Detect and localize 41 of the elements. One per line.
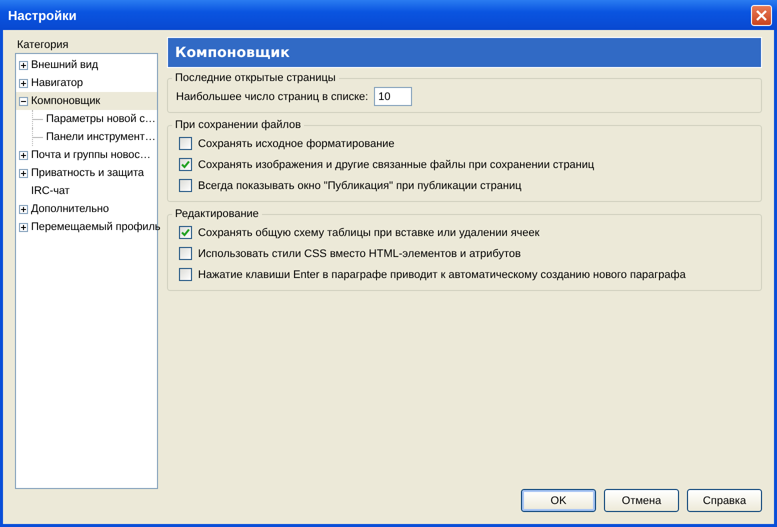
checkbox[interactable] <box>179 137 192 150</box>
tree-item[interactable]: Внешний вид <box>16 56 157 74</box>
group-title: Редактирование <box>174 208 260 220</box>
expander-icon[interactable] <box>19 96 28 106</box>
checkbox-label: Использовать стили CSS вместо HTML-элементов и атрибутов <box>198 248 521 260</box>
tree-item[interactable]: Дополнительно <box>16 200 157 218</box>
checkbox-label: Сохранять общую схему таблицы при вставке или удалении ячеек <box>198 226 540 238</box>
group-title: При сохранении файлов <box>174 119 302 131</box>
close-button[interactable] <box>751 4 772 26</box>
expander-icon[interactable] <box>19 204 28 214</box>
checkbox-label: Сохранять изображения и другие связанные файлы при сохранении страниц <box>198 158 594 170</box>
checkbox[interactable] <box>179 226 192 239</box>
tree-item[interactable]: Приватность и защита <box>16 164 157 182</box>
checkbox[interactable] <box>179 268 192 281</box>
tree-item[interactable]: Навигатор <box>16 74 157 92</box>
checkbox-label: Сохранять исходное форматирование <box>198 138 395 150</box>
field-label: Наибольшее число страниц в списке: <box>176 90 368 102</box>
expander-icon[interactable] <box>19 222 28 232</box>
checkbox-label: Всегда показывать окно "Публикация" при публикации страниц <box>198 180 522 192</box>
checkbox[interactable] <box>179 179 192 192</box>
tree-item[interactable]: Компоновщик <box>16 92 157 110</box>
checkbox-label: Нажатие клавиши Enter в параграфе приводит к автоматическому созданию нового параграфа <box>198 268 686 280</box>
expander-icon[interactable] <box>19 60 28 70</box>
dialog-button[interactable]: Справка <box>687 489 762 512</box>
dialog-button[interactable]: OK <box>521 489 596 512</box>
tree-item[interactable]: Почта и группы новос… <box>16 146 157 164</box>
checkbox[interactable] <box>179 247 192 260</box>
expander-icon[interactable] <box>19 150 28 160</box>
category-label: Категория <box>16 38 70 53</box>
expander-icon[interactable] <box>19 168 28 178</box>
checkbox[interactable] <box>179 158 192 171</box>
close-icon <box>755 8 768 22</box>
number-field[interactable]: 10 <box>374 87 412 106</box>
tree-item[interactable]: IRC-чат <box>16 182 157 200</box>
tree-item[interactable]: Панели инструмент… <box>16 128 157 146</box>
window-title: Настройки <box>8 8 77 22</box>
dialog-button[interactable]: Отмена <box>604 489 679 512</box>
panel-title: Компоновщик <box>175 44 290 60</box>
group-title: Последние открытые страницы <box>174 72 337 84</box>
expander-icon[interactable] <box>19 78 28 88</box>
tree-item[interactable]: Параметры новой с… <box>16 110 157 128</box>
